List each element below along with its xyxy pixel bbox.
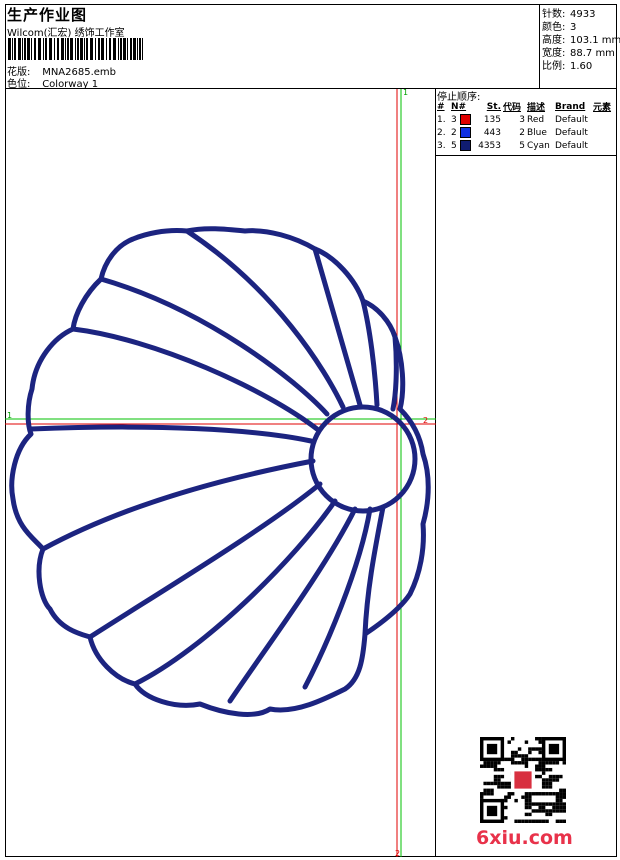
marker-left: 1 [7, 411, 12, 420]
row-index: 3. [437, 140, 446, 151]
color-swatch [459, 140, 471, 151]
color-swatch [459, 127, 471, 138]
row-needle: 5 [450, 139, 472, 152]
watermark-logo: 6xiu.com [476, 827, 573, 849]
colorway-line: 色位: Colorway 1 [7, 75, 98, 90]
stop-sequence-panel: 停止顺序: # N# St. 代码 描述 Brand 元素 1. 3 135 3… [436, 89, 617, 857]
row-brand: Default [555, 140, 588, 151]
row-index: 1. [437, 114, 446, 125]
table-divider [436, 155, 617, 156]
header-info: 生产作业图 Wilcom(汇宏) 绣饰工作室 花版: MNA2685.emb 色… [5, 4, 540, 90]
row-needle: 3 [450, 113, 472, 126]
col-desc: 描述 [527, 103, 546, 113]
row-stitches: 443 [483, 127, 501, 138]
marker-bottom: 2 [395, 849, 400, 857]
row-element [592, 126, 617, 139]
marker-top: 1 [403, 89, 408, 97]
table-row: 1. 3 135 3 Red Default [436, 113, 617, 126]
stat-scale: 比例: 1.60 [542, 61, 593, 72]
barcode-icon [8, 38, 143, 60]
col-hash: # [437, 101, 445, 112]
col-stitches: St. [486, 101, 501, 112]
row-index: 2. [437, 127, 446, 138]
stats-panel: 针数: 4933 颜色: 3 高度: 103.1 mm 宽度: 88.7 mm 比例: 1… [541, 4, 620, 88]
row-desc: Cyan [527, 140, 550, 151]
page-title: 生产作业图 [7, 6, 88, 24]
embroidery-design: 1 1 2 2 [5, 89, 436, 857]
design-canvas: 1 1 2 2 [5, 89, 436, 857]
table-header-row: # N# St. 代码 描述 Brand 元素 [436, 100, 617, 114]
color-table: # N# St. 代码 描述 Brand 元素 1. 3 135 3 Red D… [436, 100, 617, 152]
col-nhash: N# [451, 101, 467, 112]
row-code: 3 [519, 114, 525, 125]
row-stitches: 4353 [478, 140, 501, 151]
qr-code-icon [480, 737, 566, 823]
table-row: 2. 2 443 2 Blue Default [436, 126, 617, 139]
row-needle: 2 [450, 126, 472, 139]
row-code: 5 [519, 140, 525, 151]
col-brand: Brand [555, 101, 586, 112]
row-desc: Blue [527, 127, 547, 138]
row-stitches: 135 [483, 114, 501, 125]
col-code: 代码 [503, 103, 522, 113]
color-swatch [459, 114, 471, 125]
header: 生产作业图 Wilcom(汇宏) 绣饰工作室 花版: MNA2685.emb 色… [5, 4, 620, 90]
row-brand: Default [555, 127, 588, 138]
row-element [592, 113, 617, 126]
row-desc: Red [527, 114, 545, 125]
row-code: 2 [519, 127, 525, 138]
col-element: 元素 [593, 103, 612, 113]
shell-outline [9, 226, 431, 717]
table-row: 3. 5 4353 5 Cyan Default [436, 139, 617, 152]
company-name: Wilcom(汇宏) 绣饰工作室 [7, 28, 125, 39]
row-brand: Default [555, 114, 588, 125]
colorway-label: 色位: [7, 79, 31, 90]
marker-right: 2 [423, 416, 428, 425]
row-element [592, 139, 617, 152]
